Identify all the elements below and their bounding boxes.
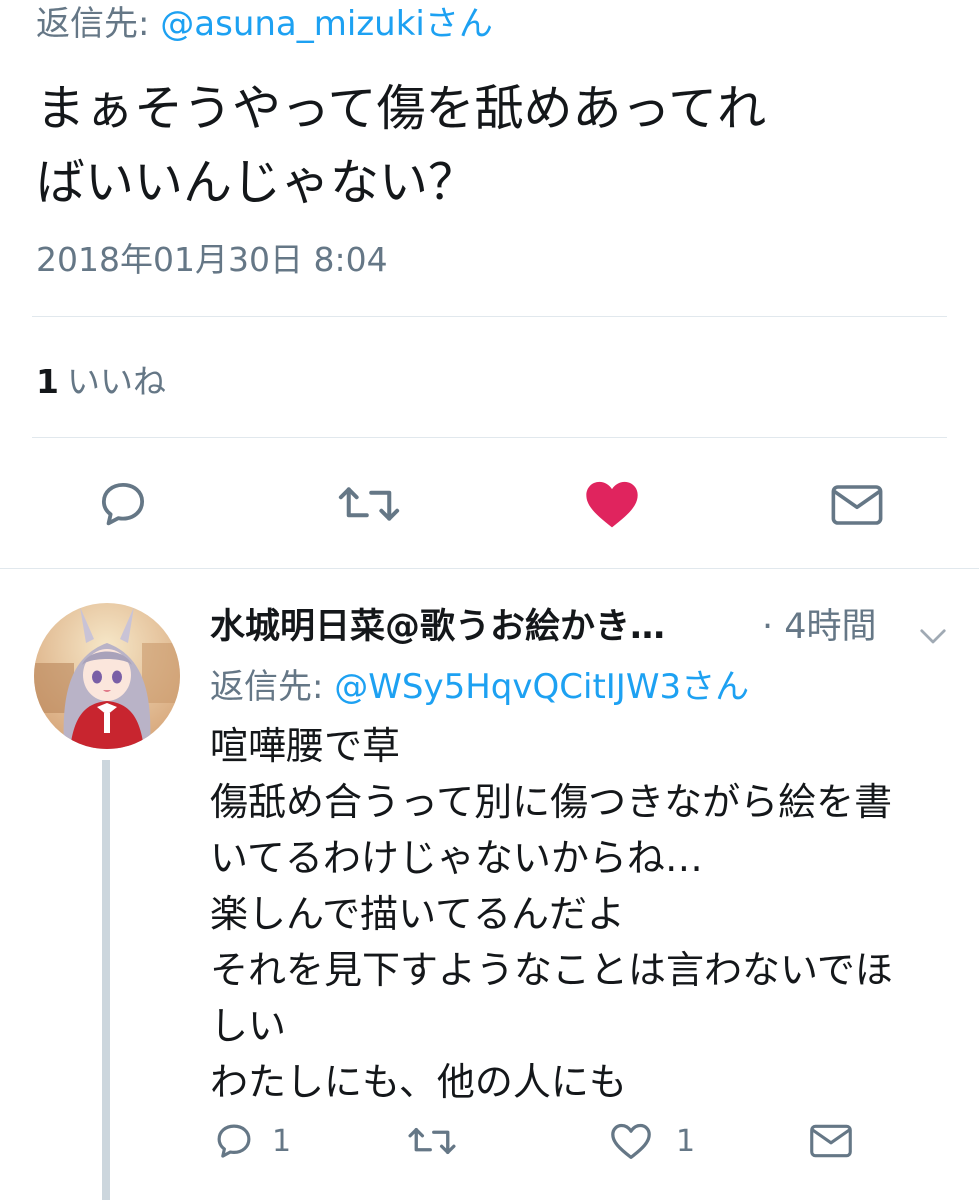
reply-text-line: 楽しんで描いてるんだよ (210, 892, 625, 936)
section-divider (0, 568, 979, 569)
reply-like-button[interactable] (606, 1118, 656, 1164)
likes-label: いいね (66, 362, 166, 401)
reply-text-line: それを見下すようなことは言わないでほ (210, 948, 893, 992)
reply-retweet-button[interactable] (404, 1118, 460, 1164)
retweet-icon (336, 477, 402, 531)
reply-message-button[interactable] (806, 1120, 856, 1162)
reply-text: 喧嘩腰で草 傷舐め合うって別に傷つきながら絵を書 いてるわけじゃないからね… 楽… (210, 718, 950, 1110)
retweet-icon (406, 1120, 458, 1162)
chevron-down-icon[interactable] (918, 613, 948, 661)
tweet-timestamp[interactable]: 2018年01月30日 8:04 (36, 238, 388, 282)
reply-to-handle-link[interactable]: @WSy5HqvQCitIJW3さん (334, 667, 749, 707)
reply-like-count: 1 (676, 1124, 696, 1159)
reply-header: 水城明日菜@歌うお絵かき… · 4時間 (210, 603, 950, 651)
likes-count: 1 (36, 362, 59, 401)
author-name[interactable]: 水城明日菜@歌うお絵かき… (210, 607, 665, 647)
thread-connector (102, 760, 110, 1200)
reply-reply-button[interactable] (210, 1118, 258, 1164)
divider (32, 437, 947, 438)
tweet-text: まぁそうやって傷を舐めあってれ ばいいんじゃない？ (36, 72, 956, 220)
direct-message-button[interactable] (826, 478, 888, 532)
reply-to-label: 返信先: (36, 4, 150, 44)
reply-time[interactable]: · 4時間 (762, 603, 877, 651)
speech-bubble-icon (96, 477, 150, 531)
reply-button[interactable] (92, 476, 154, 532)
likes-stat[interactable]: 1 いいね (36, 360, 166, 404)
reply-text-line: 傷舐め合うって別に傷つきながら絵を書 (210, 780, 893, 824)
reply-text-line: しい (210, 1004, 287, 1048)
envelope-icon (830, 482, 884, 528)
speech-bubble-icon (213, 1120, 255, 1162)
avatar[interactable] (34, 603, 180, 749)
retweet-button[interactable] (334, 476, 404, 532)
heart-icon (584, 478, 640, 530)
reply-text-line: わたしにも、他の人にも (210, 1060, 627, 1104)
reply-to-line: 返信先: @asuna_mizukiさん (36, 2, 493, 46)
tweet-text-line: ばいいんじゃない？ (36, 154, 478, 211)
reply-count: 1 (272, 1124, 292, 1159)
reply-text-line: いてるわけじゃないからね… (210, 836, 703, 880)
divider (32, 316, 947, 317)
reply-to-label: 返信先: (210, 667, 324, 707)
like-button[interactable] (582, 476, 642, 532)
heart-outline-icon (609, 1121, 653, 1161)
reply-to-handle-link[interactable]: @asuna_mizukiさん (160, 4, 493, 44)
envelope-icon (809, 1122, 853, 1160)
tweet-text-line: まぁそうやって傷を舐めあってれ (36, 80, 767, 137)
reply-text-line: 喧嘩腰で草 (210, 724, 401, 768)
reply-to-line: 返信先: @WSy5HqvQCitIJW3さん (210, 663, 749, 711)
